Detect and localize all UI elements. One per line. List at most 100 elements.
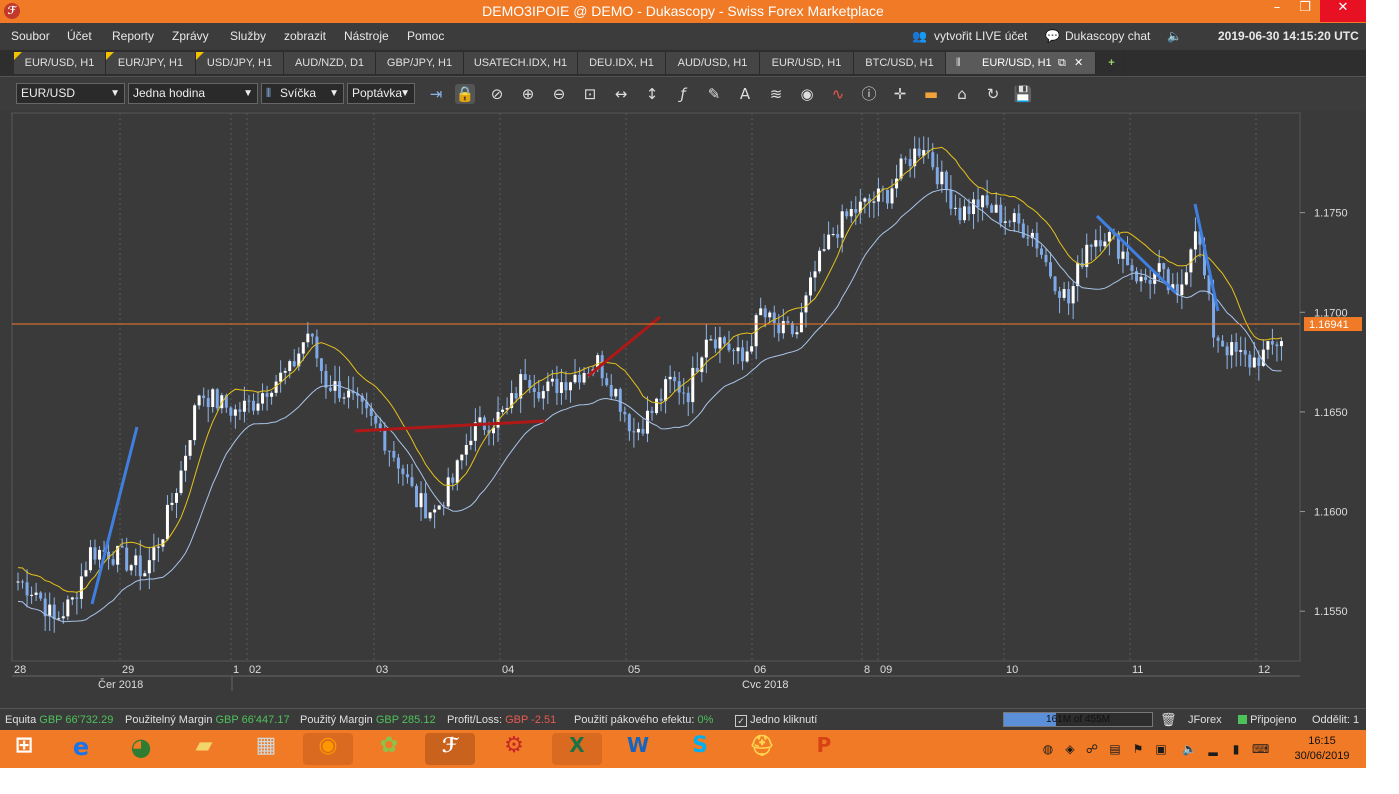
template-icon[interactable]: ⌂ <box>952 84 972 104</box>
tab-audusd-h1[interactable]: AUD/USD, H1 <box>666 52 760 74</box>
candle-body <box>374 415 378 424</box>
tab-eurusd-h1-active[interactable]: ⫴ EUR/USD, H1 ⧉ ✕ <box>946 52 1096 74</box>
firefox-icon[interactable]: ◉ <box>303 733 353 765</box>
chat-link[interactable]: Dukascopy chat <box>1065 29 1150 43</box>
candle-body <box>1026 237 1030 239</box>
candle-body <box>1275 344 1279 347</box>
instrument-select[interactable]: EUR/USD ▼ <box>16 83 125 104</box>
candle-body <box>446 477 450 507</box>
paint-icon[interactable]: ✿ <box>373 733 405 765</box>
tray-app-icon[interactable]: ◍ <box>1041 742 1055 756</box>
zoom-fit-icon[interactable]: ⊘ <box>487 84 507 104</box>
side-select[interactable]: Poptávka ▼ <box>347 83 415 104</box>
menu-ucet[interactable]: Účet <box>67 29 92 43</box>
tab-usatech-h1[interactable]: USATECH.IDX, H1 <box>464 52 578 74</box>
crosshair-icon[interactable]: ✛ <box>890 84 910 104</box>
tab-eurusd-h1-2[interactable]: EUR/USD, H1 <box>760 52 854 74</box>
lock-icon[interactable]: 🔒 <box>455 84 475 104</box>
trash-icon[interactable]: 🗑 <box>1160 712 1177 728</box>
info-icon[interactable]: ⓘ <box>859 84 879 104</box>
zoom-area-icon[interactable]: ⊡ <box>580 84 600 104</box>
calculator-icon[interactable]: ▦ <box>250 733 282 765</box>
menu-zpravy[interactable]: Zprávy <box>172 29 209 43</box>
candle-body <box>1252 357 1256 368</box>
word-icon[interactable]: W <box>622 733 654 765</box>
indicators-icon[interactable]: ƒ <box>673 84 693 104</box>
ie-icon[interactable]: e <box>65 733 97 765</box>
tray-volume-icon[interactable]: 🔈 <box>1182 742 1197 756</box>
candle-body <box>1049 262 1053 277</box>
divide-label[interactable]: Oddělit: 1 <box>1312 714 1359 726</box>
skype-icon[interactable]: S <box>684 733 716 765</box>
tray-notes-icon[interactable]: ▤ <box>1108 742 1122 756</box>
eye-icon[interactable]: ◉ <box>797 84 817 104</box>
close-button[interactable]: ✕ <box>1320 0 1366 22</box>
layers-icon[interactable]: ≋ <box>766 84 786 104</box>
candle-body <box>238 409 242 412</box>
file-explorer-icon[interactable]: ▰ <box>188 733 220 765</box>
menu-zobrazit[interactable]: zobrazit <box>284 29 326 43</box>
menu-pomoc[interactable]: Pomoc <box>407 29 444 43</box>
memory-bar[interactable]: 161M of 455M <box>1003 712 1153 727</box>
tray-battery-icon[interactable]: ▮ <box>1229 742 1243 756</box>
candle-body <box>288 361 292 372</box>
candle-body <box>401 468 405 475</box>
live-account-link[interactable]: vytvořit LIVE účet <box>934 29 1027 43</box>
speaker-icon[interactable]: 🔈 <box>1167 29 1182 43</box>
price-chart[interactable]: 28 29 1 02 03 04 05 06 8 09 10 11 12 Čer 2018 Cvc 2018… <box>0 111 1366 697</box>
candle-body <box>750 346 754 352</box>
powerpoint-icon[interactable]: P <box>808 733 840 765</box>
tray-keyboard-icon[interactable]: ⌨ <box>1252 742 1269 756</box>
candle-body <box>455 460 459 483</box>
menu-nastroje[interactable]: Nástroje <box>344 29 389 43</box>
drawings-icon[interactable]: ✎ <box>704 84 724 104</box>
tab-eurjpy-h1[interactable]: EUR/JPY, H1 <box>106 52 196 74</box>
shift-chart-icon[interactable]: ⇥ <box>426 84 446 104</box>
menu-sluzby[interactable]: Služby <box>230 29 266 43</box>
tray-nvidia-icon[interactable]: ▣ <box>1154 742 1168 756</box>
text-icon[interactable]: A <box>735 84 755 104</box>
tray-security-icon[interactable]: ◈ <box>1063 742 1077 756</box>
tray-people-icon[interactable]: ☍ <box>1085 742 1099 756</box>
one-click-checkbox[interactable]: ✓ <box>735 715 747 727</box>
zoom-in-icon[interactable]: ⊕ <box>518 84 538 104</box>
add-chart-icon[interactable]: + <box>1100 52 1124 74</box>
plot-area <box>11 112 1301 662</box>
tab-deu-h1[interactable]: DEU.IDX, H1 <box>578 52 666 74</box>
tab-usdjpy-h1[interactable]: USD/JPY, H1 <box>196 52 284 74</box>
tray-flag-icon[interactable]: ⚑ <box>1131 742 1145 756</box>
horizontal-scale-icon[interactable]: ↔ <box>611 84 631 104</box>
chart-type-select[interactable]: ⫴ Svíčka ▼ <box>261 83 344 104</box>
tab-btcusd-h1[interactable]: BTC/USD, H1 <box>854 52 946 74</box>
detach-icon[interactable]: ⧉ <box>1058 52 1066 74</box>
candle-body <box>261 393 265 404</box>
signals-icon[interactable]: ∿ <box>828 84 848 104</box>
candle-body <box>885 189 889 204</box>
jforex-taskbar-icon[interactable]: ℱ <box>425 733 475 765</box>
excel-icon[interactable]: X <box>552 733 602 765</box>
zoom-out-icon[interactable]: ⊖ <box>549 84 569 104</box>
taskbar-clock[interactable]: 16:15 30/06/2019 <box>1284 734 1360 764</box>
candle-body <box>197 395 201 406</box>
helmet-app-icon[interactable]: ⛑ <box>746 733 778 765</box>
vertical-scale-icon[interactable]: ↕ <box>642 84 662 104</box>
tab-gbpjpy-h1[interactable]: GBP/JPY, H1 <box>376 52 464 74</box>
windows-start-icon[interactable]: ⊞ <box>8 733 40 765</box>
x-day-label: 12 <box>1258 664 1270 676</box>
tab-audnzd-d1[interactable]: AUD/NZD, D1 <box>284 52 376 74</box>
chrome-icon[interactable]: ◕ <box>125 733 157 765</box>
refresh-icon[interactable]: ↻ <box>983 84 1003 104</box>
candle-body <box>836 233 840 238</box>
tray-wifi-icon[interactable]: ▂ <box>1206 742 1220 756</box>
candle-colors-icon[interactable]: ▬ <box>921 84 941 104</box>
settings-gear-icon[interactable]: ⚙ <box>498 733 530 765</box>
maximize-button[interactable]: ❐ <box>1290 0 1320 22</box>
candle-body <box>1157 263 1161 272</box>
save-icon[interactable]: 💾 <box>1013 84 1033 104</box>
period-select[interactable]: Jedna hodina ▼ <box>128 83 258 104</box>
minimize-button[interactable]: – <box>1262 0 1292 22</box>
menu-reporty[interactable]: Reporty <box>112 29 154 43</box>
close-tab-icon[interactable]: ✕ <box>1074 52 1083 74</box>
tab-eurusd-h1[interactable]: EUR/USD, H1 <box>14 52 106 74</box>
menu-soubor[interactable]: Soubor <box>11 29 50 43</box>
